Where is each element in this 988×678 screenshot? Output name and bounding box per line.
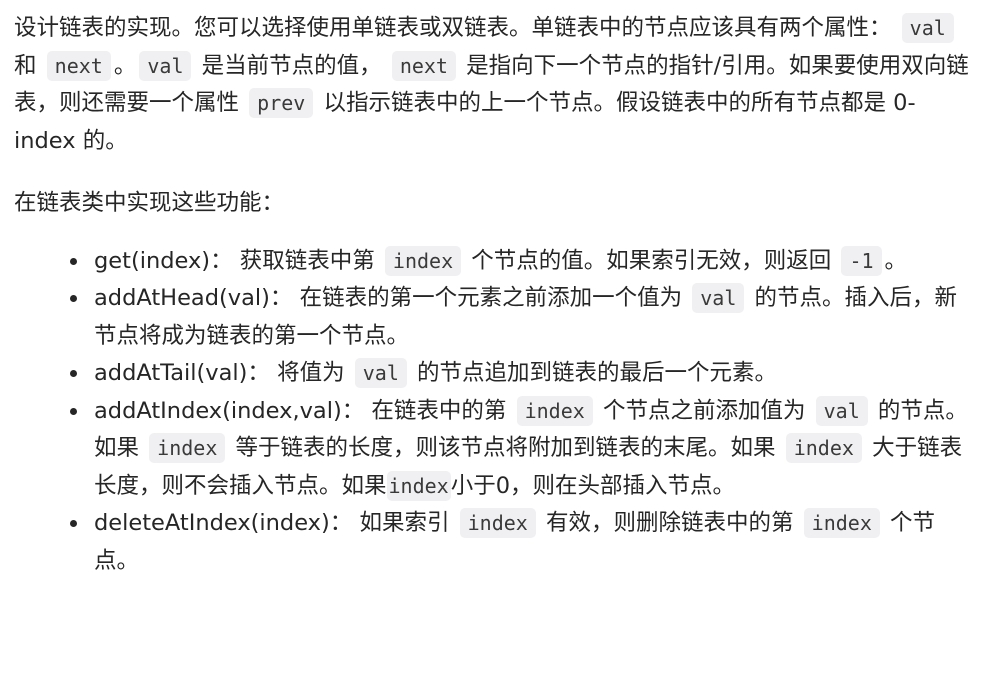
- method-desc: 如果索引: [359, 510, 450, 536]
- method-desc: 等于链表的长度，则该节点将附加到链表的末尾。如果: [235, 435, 776, 461]
- method-desc: 。: [884, 247, 908, 274]
- inline-code-index: index: [386, 470, 451, 501]
- method-name: deleteAtIndex(index): [94, 510, 330, 536]
- inline-code-val: val: [901, 13, 954, 43]
- method-list: get(index)： 获取链表中第 index 个节点的值。如果索引无效，则返…: [14, 243, 972, 581]
- method-item-get: get(index)： 获取链表中第 index 个节点的值。如果索引无效，则返…: [70, 243, 972, 281]
- method-name: get(index): [94, 247, 211, 274]
- inline-code-val: val: [692, 283, 745, 313]
- method-name: addAtIndex(index,val): [94, 397, 342, 424]
- method-desc: 个节点之前添加值为: [602, 397, 806, 424]
- method-item-add-at-tail: addAtTail(val)： 将值为 val 的节点追加到链表的最后一个元素。: [70, 355, 972, 393]
- method-name: addAtHead(val): [94, 285, 270, 311]
- inline-code-val: val: [139, 50, 192, 81]
- intro-text: 是当前节点的值，: [201, 52, 382, 79]
- method-desc: 获取链表中第: [239, 247, 375, 274]
- method-separator: ：: [269, 285, 293, 311]
- inline-code-prev: prev: [249, 88, 314, 118]
- inline-code-next: next: [46, 50, 111, 81]
- method-item-delete-at-index: deleteAtIndex(index)： 如果索引 index 有效，则删除链…: [70, 505, 972, 580]
- method-item-add-at-head: addAtHead(val)： 在链表的第一个元素之前添加一个值为 val 的节…: [70, 280, 972, 355]
- method-desc: 有效，则删除链表中的第: [545, 510, 794, 536]
- method-desc: 将值为: [277, 360, 345, 386]
- intro-text: 。: [113, 52, 137, 79]
- lead-sentence: 在链表类中实现这些功能：: [14, 190, 285, 216]
- method-separator: ：: [210, 247, 233, 274]
- method-separator: ：: [341, 397, 365, 424]
- inline-code-next: next: [391, 50, 456, 81]
- method-desc: 的节点追加到链表的最后一个元素。: [417, 360, 778, 386]
- inline-code-index: index: [149, 433, 226, 463]
- inline-code-minus-one: -1: [841, 245, 882, 276]
- method-desc: 小于0，则在头部插入节点。: [450, 472, 736, 499]
- inline-code-index: index: [516, 395, 593, 426]
- method-desc: 在链表中的第: [371, 397, 507, 424]
- method-desc: 在链表的第一个元素之前添加一个值为: [299, 285, 683, 311]
- inline-code-index: index: [803, 508, 880, 538]
- problem-description: 设计链表的实现。您可以选择使用单链表或双链表。单链表中的节点应该具有两个属性： …: [0, 0, 988, 580]
- method-name: addAtTail(val): [94, 360, 248, 386]
- intro-text: 设计链表的实现。您可以选择使用单链表或双链表。单链表中的节点应该具有两个属性：: [14, 15, 892, 41]
- method-separator: ：: [247, 360, 270, 386]
- intro-text: 和: [14, 52, 37, 79]
- method-item-add-at-index: addAtIndex(index,val)： 在链表中的第 index 个节点之…: [70, 393, 972, 506]
- method-separator: ：: [329, 510, 353, 536]
- method-desc: 个节点的值。如果索引无效，则返回: [471, 247, 832, 274]
- intro-paragraph: 设计链表的实现。您可以选择使用单链表或双链表。单链表中的节点应该具有两个属性： …: [14, 10, 972, 160]
- inline-code-index: index: [459, 508, 536, 538]
- inline-code-val: val: [354, 358, 407, 388]
- inline-code-index: index: [785, 433, 862, 463]
- inline-code-index: index: [384, 245, 462, 276]
- inline-code-val: val: [815, 395, 868, 426]
